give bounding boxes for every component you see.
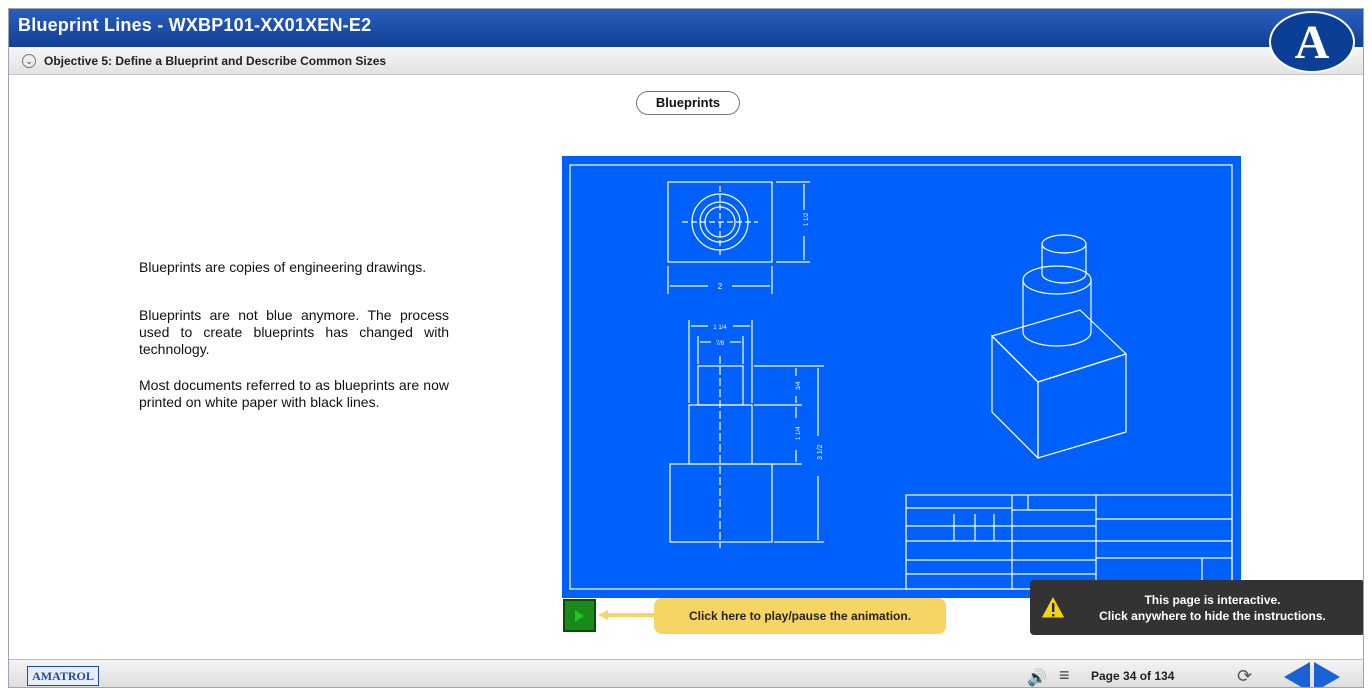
dim-width-label: 2 [718, 282, 723, 291]
amatrol-logo-icon: A [1269, 11, 1355, 73]
instructions-overlay[interactable]: This page is interactive. Click anywhere… [1030, 580, 1363, 635]
arrow-left-icon [598, 610, 654, 620]
blueprint-svg: 2 1 1/4 7/8 1 1/2 3/4 1 1/4 3 1/2 [569, 164, 1233, 590]
blueprint-drawing[interactable]: 2 1 1/4 7/8 1 1/2 3/4 1 1/4 3 1/2 [562, 156, 1241, 598]
info-line-1: This page is interactive. [1144, 593, 1281, 607]
dim-side3-label: 3 1/2 [817, 444, 824, 460]
dim-top1-label: 1 1/4 [713, 325, 727, 331]
dim-top2-label: 7/8 [716, 341, 725, 347]
paragraph-3: Most documents referred to as blueprints… [139, 377, 449, 410]
menu-icon[interactable]: ≡ [1059, 666, 1070, 684]
warning-icon [1040, 595, 1066, 619]
paragraph-2: Blueprints are not blue anymore. The pro… [139, 307, 449, 357]
play-pause-button[interactable] [563, 599, 596, 632]
speaker-icon[interactable]: 🔊 [1027, 668, 1047, 687]
objective-bar[interactable]: ⌄ Objective 5: Define a Blueprint and De… [9, 47, 1363, 75]
dim-side2-label: 1 1/4 [796, 426, 802, 440]
reload-icon[interactable]: ⟳ [1237, 666, 1252, 687]
app-frame: Blueprint Lines - WXBP101-XX01XEN-E2 ⌄ O… [8, 8, 1364, 688]
section-label: Blueprints [636, 91, 740, 115]
play-icon [575, 609, 584, 622]
chevron-down-icon[interactable]: ⌄ [22, 54, 36, 68]
amatrol-brand: AMATROL [27, 666, 99, 686]
dim-height-label: 1 1/2 [804, 212, 810, 226]
play-callout: Click here to play/pause the animation. [654, 598, 946, 634]
title-bar: Blueprint Lines - WXBP101-XX01XEN-E2 [9, 9, 1363, 47]
info-line-2: Click anywhere to hide the instructions. [1099, 609, 1326, 623]
app-title: Blueprint Lines - WXBP101-XX01XEN-E2 [18, 15, 372, 35]
dim-side1-label: 3/4 [796, 381, 802, 390]
next-page-icon[interactable] [1314, 662, 1340, 687]
page-indicator: Page 34 of 134 [1091, 669, 1175, 683]
paragraph-1: Blueprints are copies of engineering dra… [139, 259, 427, 275]
objective-label: Objective 5: Define a Blueprint and Desc… [44, 54, 387, 68]
previous-page-icon[interactable] [1284, 662, 1310, 687]
